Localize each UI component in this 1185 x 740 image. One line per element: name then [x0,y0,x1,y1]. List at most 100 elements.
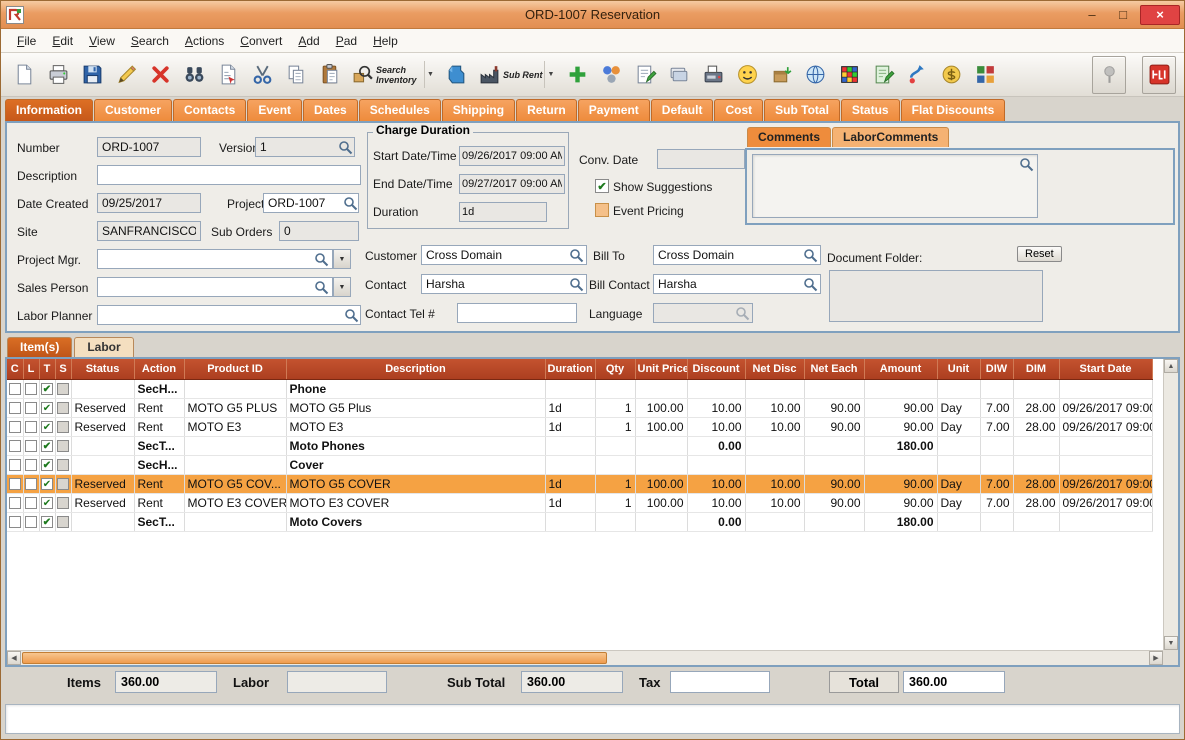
feedback-button[interactable] [730,56,764,94]
cell[interactable]: 1d [545,493,595,512]
cell[interactable] [184,512,286,531]
cell[interactable]: 180.00 [864,512,937,531]
cell[interactable]: SecT... [134,436,184,455]
search-inventory-button[interactable]: Search Inventory▼ [347,56,440,94]
row-checkbox-l[interactable] [25,497,37,509]
bill-contact-search-icon[interactable] [803,277,818,292]
exit-button[interactable] [1142,56,1176,94]
sub-rent-button[interactable]: Sub Rent▼ [474,56,560,94]
tab-laborcomments[interactable]: LaborComments [832,127,949,147]
cell[interactable]: 10.00 [745,417,804,436]
cell[interactable]: 1 [595,417,635,436]
row-checkbox-s[interactable] [57,516,69,528]
cell[interactable]: 100.00 [635,398,687,417]
sub-total-field[interactable] [521,671,623,693]
column-header-c[interactable]: C [7,359,23,379]
cell[interactable] [635,379,687,398]
cell[interactable]: 28.00 [1013,398,1059,417]
tab-information[interactable]: Information [5,99,93,121]
cell[interactable]: MOTO E3 [184,417,286,436]
catalog-button[interactable] [832,56,866,94]
row-checkbox-l[interactable] [25,402,37,414]
site-field[interactable] [97,221,201,241]
row-checkbox-t[interactable]: ✔ [41,440,53,452]
minimize-button[interactable]: – [1078,5,1106,25]
cell[interactable]: 90.00 [864,493,937,512]
edit-button[interactable] [109,56,143,94]
tab-contacts[interactable]: Contacts [173,99,246,121]
cell[interactable] [937,455,980,474]
menu-view[interactable]: View [81,31,123,51]
cell[interactable]: 09/26/2017 09:00 [1059,493,1152,512]
column-header-net-disc[interactable]: Net Disc [745,359,804,379]
row-checkbox-s[interactable] [57,478,69,490]
cell[interactable]: 90.00 [864,474,937,493]
tab-event[interactable]: Event [247,99,302,121]
cell[interactable]: 90.00 [804,474,864,493]
project-mgr-dropdown[interactable]: ▼ [333,249,351,269]
tab-flat-discounts[interactable]: Flat Discounts [901,99,1006,121]
cell[interactable] [804,379,864,398]
scroll-down-icon[interactable]: ▼ [1164,636,1178,650]
cell[interactable]: 7.00 [980,417,1013,436]
row-checkbox-c[interactable] [9,459,21,471]
row-checkbox-l[interactable] [25,516,37,528]
cell[interactable]: 28.00 [1013,474,1059,493]
cell[interactable] [71,379,134,398]
cell[interactable] [635,512,687,531]
cell[interactable]: SecH... [134,379,184,398]
copy-button[interactable] [279,56,313,94]
pour-button[interactable] [440,56,474,94]
tab-cost[interactable]: Cost [714,99,763,121]
column-header-discount[interactable]: Discount [687,359,745,379]
horizontal-scrollbar[interactable]: ◀ ▶ [7,650,1163,665]
cell[interactable] [1059,379,1152,398]
cell[interactable]: 10.00 [687,417,745,436]
cell[interactable]: 09/26/2017 09:00 [1059,474,1152,493]
row-checkbox-s[interactable] [57,440,69,452]
cell[interactable]: 10.00 [745,493,804,512]
column-header-diw[interactable]: DIW [980,359,1013,379]
bill-to-search-icon[interactable] [803,248,818,263]
table-row[interactable]: ✔ReservedRentMOTO E3 COVERMOTO E3 COVER1… [7,493,1152,512]
cell[interactable]: 7.00 [980,474,1013,493]
cell[interactable]: 10.00 [687,493,745,512]
cell[interactable] [545,379,595,398]
cell[interactable]: MOTO E3 COVER [286,493,545,512]
add-item-button[interactable] [560,56,594,94]
cell[interactable] [545,512,595,531]
cell[interactable]: 90.00 [804,417,864,436]
table-row[interactable]: ✔ReservedRentMOTO G5 COV...MOTO G5 COVER… [7,474,1152,493]
project-mgr-field[interactable] [97,249,333,269]
table-row[interactable]: ✔SecH...Cover [7,455,1152,474]
cell[interactable] [980,436,1013,455]
menu-add[interactable]: Add [290,31,327,51]
cell[interactable] [980,455,1013,474]
cell[interactable]: Reserved [71,474,134,493]
row-checkbox-t[interactable]: ✔ [41,516,53,528]
cell[interactable] [745,436,804,455]
cell[interactable]: MOTO G5 COV... [184,474,286,493]
cell[interactable]: 90.00 [804,398,864,417]
tab-payment[interactable]: Payment [578,99,650,121]
pin-button[interactable] [1092,56,1126,94]
cell[interactable]: 10.00 [745,398,804,417]
column-header-qty[interactable]: Qty [595,359,635,379]
scrollbar-thumb[interactable] [22,652,607,664]
export-document-button[interactable] [211,56,245,94]
cell[interactable]: 1 [595,493,635,512]
cell[interactable] [1013,379,1059,398]
search-inventory-button-dropdown[interactable]: ▼ [424,61,436,88]
fax-button[interactable] [696,56,730,94]
end-date-field[interactable] [459,174,565,194]
contact-tel-field[interactable] [457,303,577,323]
sales-person-search-icon[interactable] [314,280,329,295]
cell[interactable] [745,512,804,531]
row-checkbox-t[interactable]: ✔ [41,402,53,414]
cell[interactable]: Reserved [71,398,134,417]
project-search-icon[interactable] [343,196,358,211]
cell[interactable]: 10.00 [687,398,745,417]
cell[interactable] [937,379,980,398]
cell[interactable]: 10.00 [687,474,745,493]
sub-rent-button-dropdown[interactable]: ▼ [544,61,556,88]
